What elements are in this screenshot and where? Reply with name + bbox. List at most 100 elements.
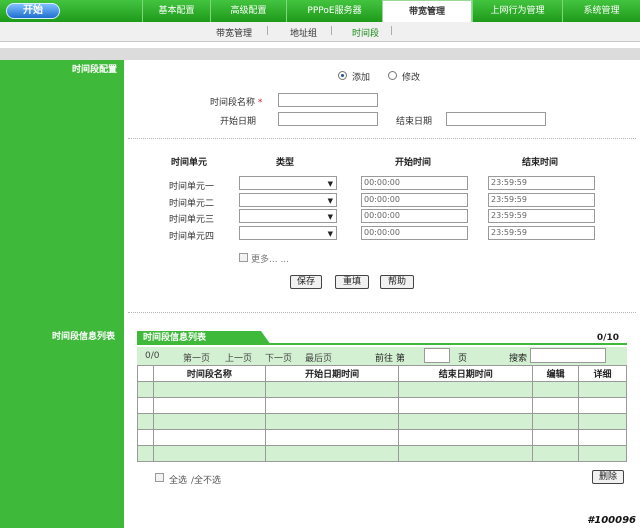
more-checkbox[interactable] xyxy=(239,253,248,262)
goto-label: 前往 第 xyxy=(375,354,405,364)
save-button[interactable]: 保存 xyxy=(290,275,322,289)
end-date-label: 结束日期 xyxy=(396,117,433,127)
table-cell xyxy=(137,381,154,398)
top-navigation-bar: 开始 基本配置 高级配置 PPPoE服务器 带宽管理 上网行为管理 系统管理 xyxy=(0,0,640,22)
table-header-row: 时间段名称 开始日期时间 结束日期时间 编辑 详细 xyxy=(137,365,627,382)
subnav-bandwidth[interactable]: 带宽管理 xyxy=(216,26,252,39)
select-all-label[interactable]: 全选 xyxy=(169,473,187,486)
pager-bar: 0/0 第一页 上一页 下一页 最后页 前往 第 页 搜索 xyxy=(137,347,627,365)
unit-column-header: 时间单元 xyxy=(171,158,208,168)
goto-page-input[interactable] xyxy=(424,348,450,363)
unit-end-time-input[interactable]: 23:59:59 xyxy=(488,226,595,240)
table-cell xyxy=(264,445,400,462)
unit-start-time-input[interactable]: 00:00:00 xyxy=(361,209,468,223)
table-cell xyxy=(137,429,154,446)
table-cell xyxy=(152,413,266,430)
tab-basic-config[interactable]: 基本配置 xyxy=(142,0,210,22)
tab-system-management[interactable]: 系统管理 xyxy=(562,0,640,22)
table-cell xyxy=(152,381,266,398)
table-cell xyxy=(578,381,627,398)
unit-type-select[interactable]: ▼ xyxy=(239,226,337,240)
unit-type-select[interactable]: ▼ xyxy=(239,209,337,223)
start-date-input[interactable] xyxy=(278,112,378,126)
unit-row-label: 时间单元四 xyxy=(169,232,215,242)
unit-end-time-input[interactable]: 23:59:59 xyxy=(488,209,595,223)
prev-page-link[interactable]: 上一页 xyxy=(225,351,252,364)
last-page-link[interactable]: 最后页 xyxy=(305,351,332,364)
table-cell xyxy=(532,429,580,446)
search-label: 搜索 xyxy=(509,354,528,364)
list-title: 时间段信息列表 xyxy=(137,331,271,345)
chevron-down-icon: ▼ xyxy=(327,197,333,205)
start-date-label: 开始日期 xyxy=(220,117,257,127)
help-button[interactable]: 帮助 xyxy=(380,275,414,289)
type-column-header: 类型 xyxy=(276,158,295,168)
unit-start-time-input[interactable]: 00:00:00 xyxy=(361,176,468,190)
start-button[interactable]: 开始 xyxy=(6,3,60,19)
delete-button[interactable]: 删除 xyxy=(592,470,624,484)
chevron-down-icon: ▼ xyxy=(327,230,333,238)
next-page-link[interactable]: 下一页 xyxy=(265,351,292,364)
more-label: 更多... ... xyxy=(251,255,290,265)
section-divider xyxy=(128,138,636,139)
content-header-band xyxy=(124,48,640,60)
time-period-table: 时间段名称 开始日期时间 结束日期时间 编辑 详细 xyxy=(137,365,627,462)
table-cell xyxy=(532,413,580,430)
subnav-address-group[interactable]: 地址组 xyxy=(290,26,317,39)
tab-pppoe-server[interactable]: PPPoE服务器 xyxy=(286,0,382,22)
section-divider xyxy=(128,312,636,313)
page-position: 0/0 xyxy=(145,351,160,361)
unit-start-time-input[interactable]: 00:00:00 xyxy=(361,193,468,207)
table-row xyxy=(137,445,627,462)
table-cell xyxy=(578,445,627,462)
table-cell xyxy=(532,381,580,398)
subnav-separator: | xyxy=(266,26,270,36)
end-date-input[interactable] xyxy=(446,112,546,126)
start-time-column-header: 开始时间 xyxy=(395,158,432,168)
unit-end-time-input[interactable]: 23:59:59 xyxy=(488,176,595,190)
table-cell xyxy=(398,413,534,430)
table-cell xyxy=(137,413,154,430)
unit-end-time-input[interactable]: 23:59:59 xyxy=(488,193,595,207)
tab-internet-behavior[interactable]: 上网行为管理 xyxy=(472,0,562,22)
list-title-bar: 时间段信息列表 0/10 xyxy=(137,331,627,345)
watermark: #100096 xyxy=(587,515,636,526)
table-cell xyxy=(264,429,400,446)
select-all-checkbox[interactable] xyxy=(155,473,164,482)
search-input[interactable] xyxy=(530,348,606,363)
table-cell xyxy=(398,381,534,398)
unit-type-select[interactable]: ▼ xyxy=(239,193,337,207)
table-row xyxy=(137,381,627,398)
unit-start-time-input[interactable]: 00:00:00 xyxy=(361,226,468,240)
table-cell xyxy=(578,413,627,430)
config-section-label: 时间段配置 xyxy=(72,65,118,75)
list-count: 0/10 xyxy=(596,333,619,343)
period-name-label-text: 时间段名称 xyxy=(210,98,256,108)
unit-type-select[interactable]: ▼ xyxy=(239,176,337,190)
add-mode-label: 添加 xyxy=(352,73,371,83)
tab-bandwidth-management[interactable]: 带宽管理 xyxy=(382,0,472,22)
subnav-time-period[interactable]: 时间段 xyxy=(352,26,379,39)
edit-column-header: 编辑 xyxy=(532,365,580,382)
reset-button[interactable]: 重填 xyxy=(335,275,369,289)
add-mode-radio[interactable] xyxy=(338,71,347,80)
period-name-input[interactable] xyxy=(278,93,378,107)
tab-advanced-config[interactable]: 高级配置 xyxy=(210,0,286,22)
list-section-label: 时间段信息列表 xyxy=(52,332,116,342)
table-cell xyxy=(532,445,580,462)
period-name-label: 时间段名称 * xyxy=(210,95,262,108)
first-page-link[interactable]: 第一页 xyxy=(183,351,210,364)
edit-mode-radio[interactable] xyxy=(388,71,397,80)
sub-navigation-bar: 带宽管理 | 地址组 | 时间段 | xyxy=(0,22,640,42)
table-cell xyxy=(578,429,627,446)
end-time-column-header: 结束时间 xyxy=(522,158,559,168)
edit-mode-label: 修改 xyxy=(402,73,421,83)
left-header-band xyxy=(0,48,124,60)
select-none-label[interactable]: /全不选 xyxy=(191,473,221,486)
table-cell xyxy=(152,445,266,462)
table-cell xyxy=(578,397,627,414)
page-suffix-label: 页 xyxy=(458,354,468,364)
unit-row-label: 时间单元一 xyxy=(169,182,215,192)
table-cell xyxy=(264,397,400,414)
select-column-header xyxy=(137,365,154,382)
